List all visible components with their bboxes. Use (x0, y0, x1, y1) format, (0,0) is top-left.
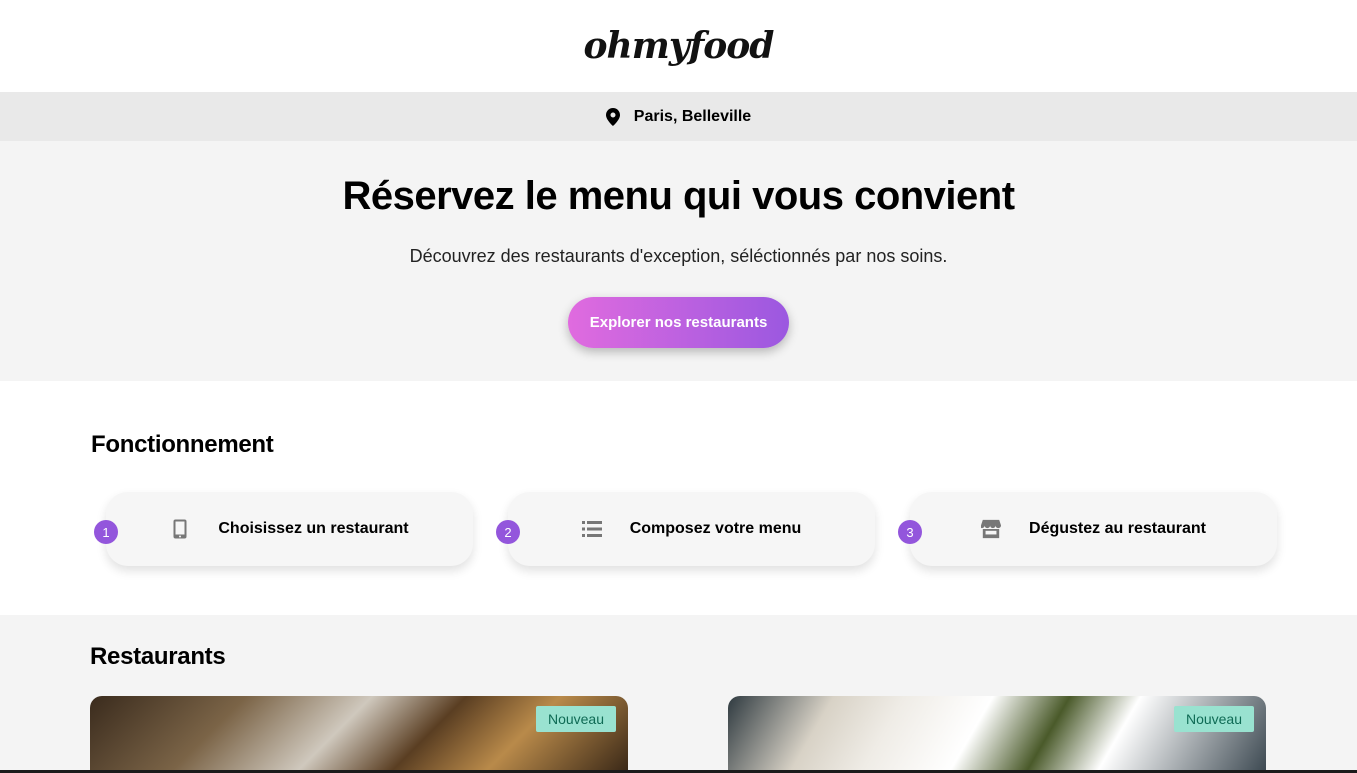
how-it-works-title: Fonctionnement (91, 431, 274, 458)
mobile-phone-icon (170, 519, 190, 539)
steps-list: 1 Choisissez un restaurant 2 Composez vo… (91, 492, 1277, 566)
restaurants-title: Restaurants (90, 643, 226, 670)
hero-subtitle: Découvrez des restaurants d'exception, s… (409, 246, 948, 266)
list-icon (581, 519, 602, 539)
new-badge: Nouveau (1173, 706, 1254, 732)
step-number: 2 (496, 520, 520, 544)
new-badge: Nouveau (535, 706, 616, 732)
location-bar: Paris, Belleville (0, 92, 1357, 141)
step-number: 1 (94, 520, 118, 544)
site-header: ohmyfood (0, 0, 1357, 92)
step-label: Dégustez au restaurant (1029, 520, 1206, 537)
step-item: 1 Choisissez un restaurant (94, 492, 473, 566)
step-number: 3 (898, 520, 922, 544)
hero-title: Réservez le menu qui vous convient (342, 174, 1015, 218)
restaurant-card-image[interactable]: Nouveau (728, 696, 1266, 773)
map-pin-icon (605, 107, 620, 126)
step-item: 2 Composez votre menu (496, 492, 875, 566)
step-label: Composez votre menu (629, 520, 802, 537)
step-card: Choisissez un restaurant (106, 492, 473, 566)
hero-section: Réservez le menu qui vous convient Décou… (0, 141, 1357, 381)
step-card: Composez votre menu (508, 492, 875, 566)
store-icon (981, 519, 1002, 539)
step-item: 3 Dégustez au restaurant (898, 492, 1277, 566)
restaurants-section: Restaurants Nouveau Nouveau (0, 615, 1357, 773)
step-card: Dégustez au restaurant (910, 492, 1277, 566)
how-it-works-section: Fonctionnement 1 Choisissez un restauran… (0, 381, 1357, 615)
step-label: Choisissez un restaurant (218, 520, 409, 537)
logo[interactable]: ohmyfood (584, 25, 775, 67)
location-text: Paris, Belleville (633, 107, 752, 125)
restaurant-cards: Nouveau Nouveau (90, 696, 1266, 773)
restaurant-card-image[interactable]: Nouveau (90, 696, 628, 773)
explore-restaurants-button[interactable]: Explorer nos restaurants (567, 297, 790, 348)
